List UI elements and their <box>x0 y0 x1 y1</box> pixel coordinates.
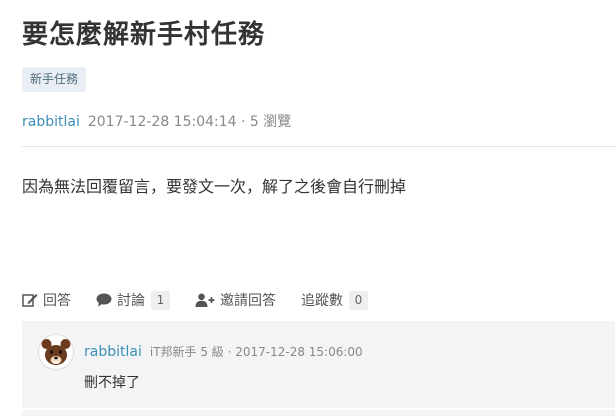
discuss-button[interactable]: 討論 1 <box>96 290 170 310</box>
question-meta: rabbitlai 2017-12-28 15:04:14 · 5 瀏覽 <box>22 111 291 131</box>
comment-icon <box>96 293 112 307</box>
comment-item: rabbitlai iT邦新手 5 級 · 2017-12-28 15:06:00… <box>22 321 615 408</box>
comment-author-link[interactable]: rabbitlai <box>84 344 142 360</box>
answer-label: 回答 <box>43 293 71 309</box>
post-datetime: 2017-12-28 15:04:14 <box>87 114 237 130</box>
question-content: 因為無法回覆留言，要發文一次，解了之後會自行刪掉 <box>22 177 407 196</box>
follow-button[interactable]: 追蹤數 0 <box>301 290 368 310</box>
view-count: · 5 瀏覽 <box>241 114 292 130</box>
follow-label: 追蹤數 <box>301 293 343 309</box>
discuss-count: 1 <box>151 290 170 310</box>
invite-answer-button[interactable]: 邀請回答 <box>195 290 276 310</box>
next-comment-edge <box>22 410 615 416</box>
comment-meta: rabbitlai iT邦新手 5 級 · 2017-12-28 15:06:00 <box>84 343 363 360</box>
comment-content: 刪不掉了 <box>84 375 140 391</box>
page-title: 要怎麼解新手村任務 <box>22 20 266 50</box>
invite-answer-label: 邀請回答 <box>220 293 276 309</box>
user-plus-icon <box>195 293 215 307</box>
discuss-label: 討論 <box>117 293 145 309</box>
action-bar: 回答 討論 1 邀請回答 追蹤數 0 <box>22 289 393 311</box>
divider <box>22 146 615 147</box>
comment-rank-datetime: iT邦新手 5 級 · 2017-12-28 15:06:00 <box>149 345 363 359</box>
answer-button[interactable]: 回答 <box>22 290 71 310</box>
bear-avatar[interactable] <box>38 334 74 370</box>
author-link[interactable]: rabbitlai <box>22 114 80 130</box>
edit-icon <box>22 294 38 307</box>
follow-count: 0 <box>349 290 368 310</box>
tag-newbie-task[interactable]: 新手任務 <box>22 67 87 92</box>
